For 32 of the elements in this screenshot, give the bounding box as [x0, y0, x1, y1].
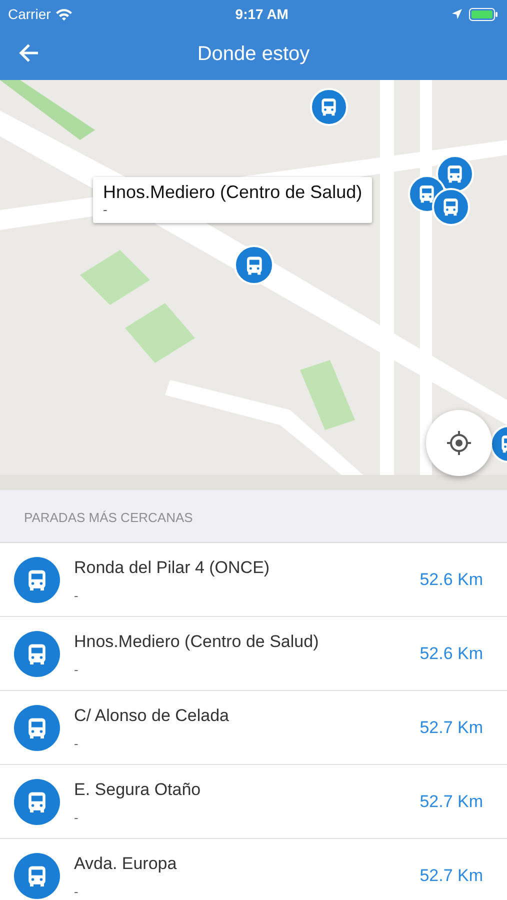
status-time: 9:17 AM — [234, 6, 290, 22]
stop-row[interactable]: C/ Alonso de Celada - 52.7 Km — [0, 691, 507, 765]
stop-distance: 52.7 Km — [420, 718, 483, 738]
stop-row[interactable]: Ronda del Pilar 4 (ONCE) - 52.6 Km — [0, 543, 507, 617]
carrier-name: Carrier — [8, 6, 51, 22]
crosshair-icon — [446, 430, 472, 456]
stop-row[interactable]: Avda. Europa - 52.7 Km — [0, 839, 507, 900]
screen-title: Donde estoy — [196, 42, 311, 66]
stop-distance: 52.7 Km — [420, 792, 483, 812]
stop-detail: - — [74, 810, 80, 825]
stop-name: C/ Alonso de Celada — [74, 706, 230, 726]
stop-detail: - — [74, 884, 80, 899]
callout-subtitle: - — [103, 203, 108, 217]
map-callout[interactable]: Hnos.Mediero (Centro de Salud) - — [93, 177, 372, 223]
stop-row[interactable]: E. Segura Otaño - 52.7 Km — [0, 765, 507, 839]
battery-icon — [469, 8, 499, 20]
stop-name: E. Segura Otaño — [74, 780, 202, 800]
back-arrow-icon[interactable] — [18, 42, 40, 64]
stop-name: Avda. Europa — [74, 854, 178, 874]
stop-row[interactable]: Hnos.Mediero (Centro de Salud) - 52.6 Km — [0, 617, 507, 691]
stop-detail: - — [74, 588, 80, 603]
stop-detail: - — [74, 662, 80, 677]
wifi-icon — [54, 8, 73, 20]
stop-distance: 52.6 Km — [420, 644, 483, 664]
stop-detail: - — [74, 736, 80, 751]
section-header: PARADAS MÁS CERCANAS — [24, 510, 193, 525]
stop-name: Hnos.Mediero (Centro de Salud) — [74, 632, 320, 652]
stop-name: Ronda del Pilar 4 (ONCE) — [74, 558, 271, 578]
callout-title: Hnos.Mediero (Centro de Salud) — [103, 182, 362, 203]
location-arrow-icon — [451, 8, 463, 20]
stop-distance: 52.7 Km — [420, 866, 483, 886]
stop-distance: 52.6 Km — [420, 570, 483, 590]
